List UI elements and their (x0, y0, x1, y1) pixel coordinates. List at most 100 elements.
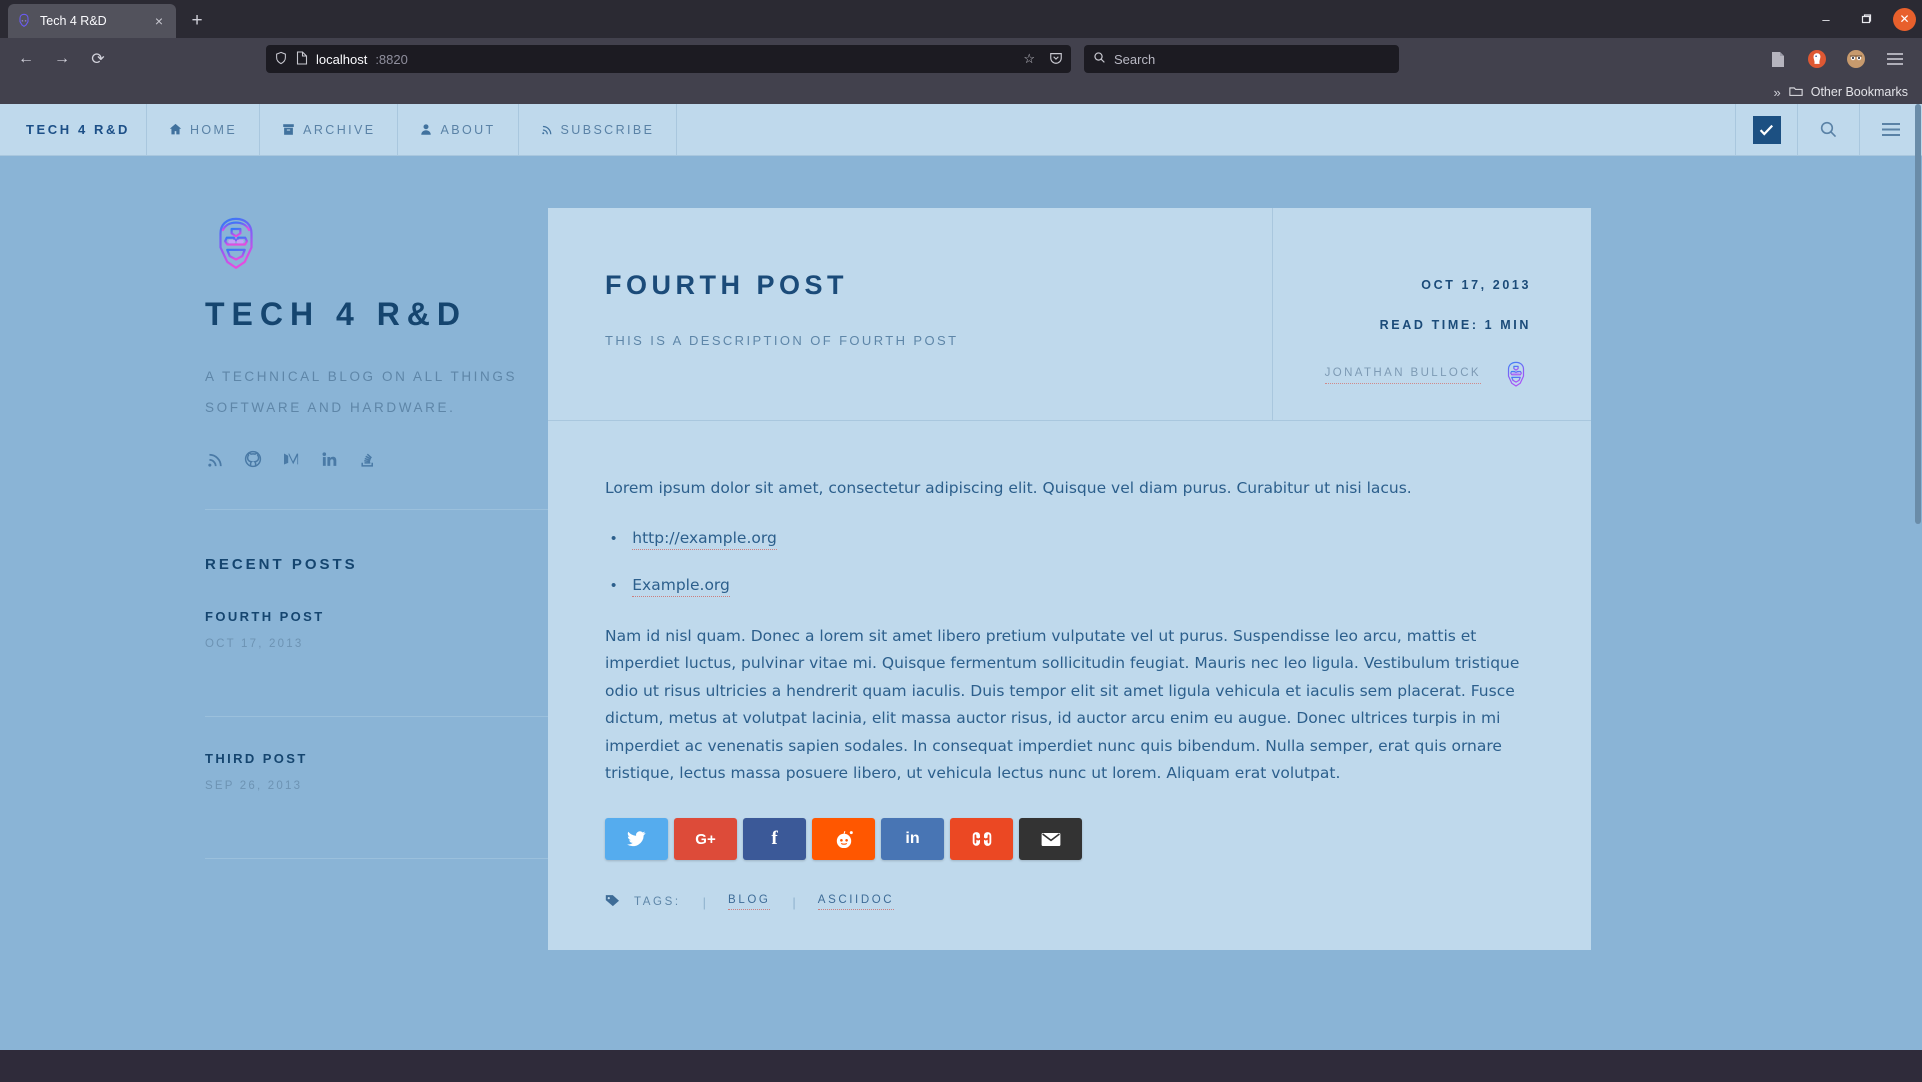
recent-post-divider (205, 858, 550, 860)
window-controls: – ✕ (1813, 6, 1916, 32)
tags-label: TAGS: (634, 896, 681, 909)
nav-item-about[interactable]: ABOUT (398, 104, 519, 156)
reload-button[interactable]: ⟳ (82, 44, 114, 74)
nav-item-home[interactable]: HOME (147, 104, 261, 156)
share-buttons: G+ f in (605, 818, 1531, 861)
search-input[interactable]: Search (1114, 52, 1155, 67)
window-maximize-button[interactable] (1853, 6, 1879, 32)
article-header-left: FOURTH POST THIS IS A DESCRIPTION OF FOU… (548, 208, 1273, 420)
ironman-avatar-icon (1501, 360, 1531, 390)
new-tab-button[interactable]: + (182, 6, 212, 36)
navbar-spacer (677, 104, 1736, 156)
list-item: • http://example.org (605, 529, 1531, 550)
article-author-name[interactable]: JONATHAN BULLOCK (1324, 367, 1481, 384)
tag-icon (605, 894, 620, 910)
url-host: localhost (316, 51, 368, 67)
other-bookmarks-label[interactable]: Other Bookmarks (1811, 85, 1908, 99)
tag-link[interactable]: ASCIIDOC (817, 894, 895, 911)
twitter-share-button[interactable] (605, 818, 668, 861)
page-icon (296, 50, 308, 68)
site-menu-button[interactable] (1860, 104, 1922, 156)
sidebar-site-title: TECH 4 R&D (205, 296, 468, 332)
nav-item-subscribe[interactable]: SUBSCRIBE (519, 104, 678, 156)
article-read-time: READ TIME: 1 MIN (1379, 318, 1531, 332)
article-body: Lorem ipsum dolor sit amet, consectetur … (548, 421, 1591, 950)
nav-item-about-label: ABOUT (440, 122, 496, 137)
site-search-button[interactable] (1798, 104, 1860, 156)
folder-icon (1789, 85, 1803, 100)
nav-item-archive[interactable]: ARCHIVE (260, 104, 399, 156)
browser-tab[interactable]: Tech 4 R&D × (8, 4, 176, 38)
tab-close-icon[interactable]: × (150, 12, 168, 30)
nav-item-home-label: HOME (190, 122, 238, 137)
site-brand[interactable]: TECH 4 R&D (0, 104, 147, 156)
home-icon (169, 123, 182, 136)
url-port: :8820 (375, 51, 408, 67)
bookmark-star-icon[interactable]: ☆ (1023, 51, 1035, 68)
tag-link[interactable]: BLOG (728, 894, 771, 911)
github-icon[interactable] (243, 449, 263, 469)
linkedin-share-button[interactable]: in (881, 818, 944, 861)
bookmarks-overflow-icon[interactable]: » (1774, 85, 1781, 100)
recent-post-item[interactable]: FOURTH POST OCT 17, 2013 (205, 609, 550, 684)
reader-icon[interactable] (1767, 48, 1789, 70)
account-avatar-icon[interactable] (1845, 48, 1867, 70)
sidebar-site-description: A TECHNICAL BLOG ON ALL THINGS SOFTWARE … (205, 369, 518, 416)
bullet-icon: • (611, 576, 617, 594)
recent-posts-heading: RECENT POSTS (205, 556, 358, 574)
site-nav-links: HOME ARCHIVE ABOUT SUBSCRIBE (147, 104, 678, 156)
stumbleupon-share-button[interactable] (950, 818, 1013, 861)
scrollbar-thumb[interactable] (1915, 104, 1921, 524)
tags-separator: | (792, 894, 796, 910)
ironman-favicon-icon (16, 13, 32, 29)
googleplus-share-button[interactable]: G+ (674, 818, 737, 861)
list-item: • Example.org (605, 576, 1531, 597)
ironman-logo-icon[interactable] (205, 214, 267, 276)
shield-icon (274, 51, 288, 68)
stackoverflow-icon[interactable] (357, 449, 377, 469)
address-bar-actions: ☆ (1023, 51, 1063, 68)
sidebar-social-links (205, 449, 548, 469)
nav-item-subscribe-label: SUBSCRIBE (560, 122, 655, 137)
tags-separator: | (702, 894, 707, 910)
rss-icon[interactable] (205, 449, 225, 469)
browser-toolbar: ← → ⟳ localhost :8820 ☆ Search (0, 38, 1922, 80)
site-sidebar: TECH 4 R&D A TECHNICAL BLOG ON ALL THING… (0, 156, 550, 1082)
article-date: OCT 17, 2013 (1421, 278, 1531, 292)
theme-toggle-button[interactable] (1736, 104, 1798, 156)
search-bar[interactable]: Search (1084, 45, 1399, 73)
duckduckgo-icon[interactable] (1806, 48, 1828, 70)
recent-post-divider (205, 716, 550, 718)
article-paragraph: Lorem ipsum dolor sit amet, consectetur … (605, 479, 1412, 497)
archive-icon (282, 123, 295, 136)
linkedin-icon[interactable] (319, 449, 339, 469)
article-tags: TAGS: | BLOG | ASCIIDOC (605, 894, 1531, 950)
recent-post-title[interactable]: FOURTH POST (205, 609, 550, 624)
forward-button[interactable]: → (46, 44, 78, 74)
bookmarks-bar: » Other Bookmarks (0, 80, 1922, 104)
article-link[interactable]: Example.org (632, 576, 730, 597)
window-close-button[interactable]: ✕ (1893, 7, 1916, 31)
search-icon (1093, 51, 1106, 67)
user-icon (420, 123, 432, 136)
back-button[interactable]: ← (10, 44, 42, 74)
email-share-button[interactable] (1019, 818, 1082, 861)
recent-post-title[interactable]: THIRD POST (205, 751, 550, 766)
recent-post-item[interactable]: THIRD POST SEP 26, 2013 (205, 751, 550, 826)
address-bar[interactable]: localhost :8820 ☆ (266, 45, 1071, 73)
reddit-share-button[interactable] (812, 818, 875, 861)
toolbar-extensions (1767, 48, 1912, 70)
page-viewport: TECH 4 R&D HOME ARCHIVE ABOUT SUBSCRIBE … (0, 104, 1922, 1082)
article-author-row: JONATHAN BULLOCK (1273, 360, 1531, 390)
article-link[interactable]: http://example.org (632, 529, 777, 550)
facebook-share-button[interactable]: f (743, 818, 806, 861)
article-card: FOURTH POST THIS IS A DESCRIPTION OF FOU… (548, 208, 1591, 951)
page-footer-strip (0, 1050, 1922, 1082)
window-minimize-button[interactable]: – (1813, 6, 1839, 32)
hamburger-menu-icon[interactable] (1884, 48, 1906, 70)
pocket-icon[interactable] (1049, 51, 1063, 68)
page-scrollbar[interactable] (1914, 104, 1922, 1082)
medium-icon[interactable] (281, 449, 301, 469)
article-link-list: • http://example.org • Example.org (605, 529, 1531, 597)
article-paragraph: Nam id nisl quam. Donec a lorem sit amet… (605, 626, 1520, 783)
